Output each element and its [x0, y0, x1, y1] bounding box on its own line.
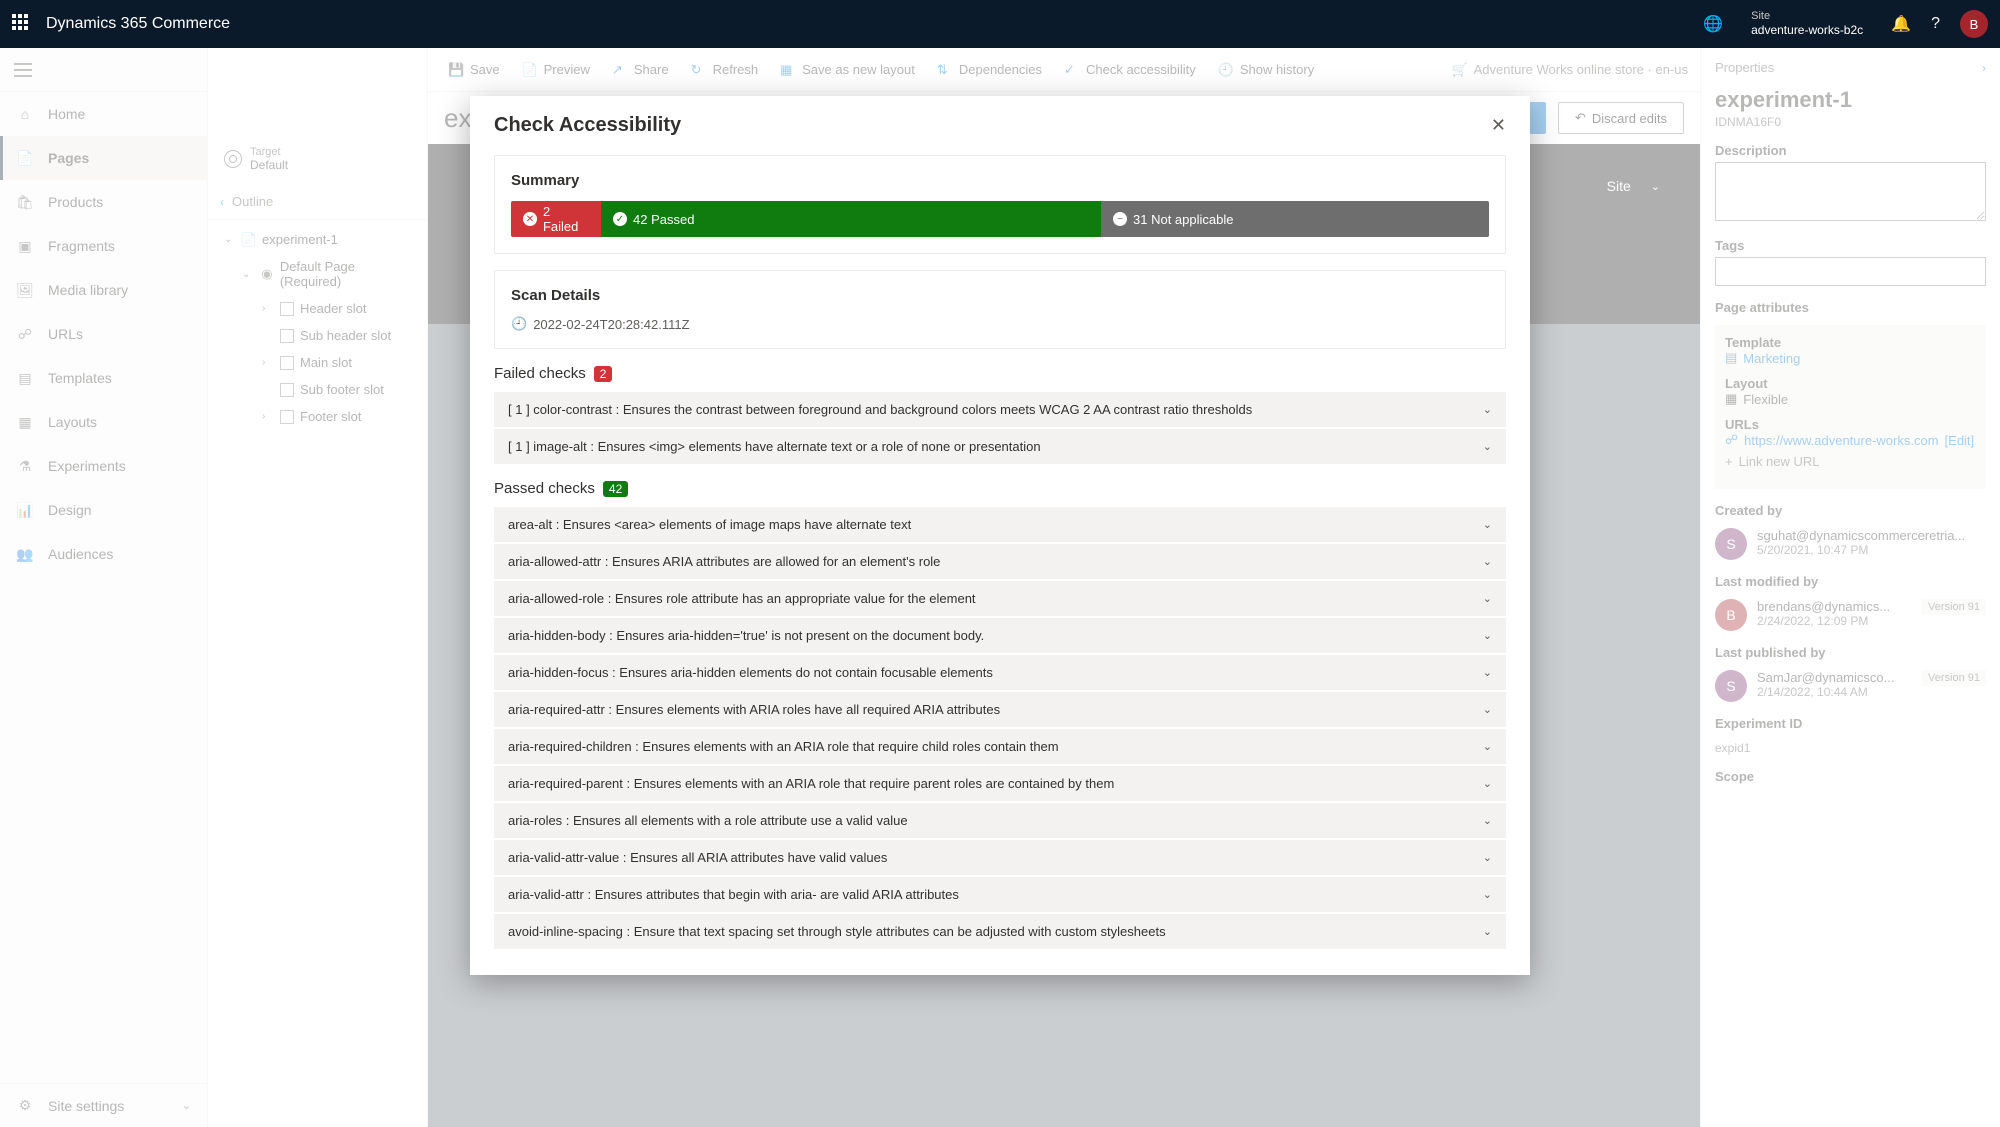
check-text: aria-hidden-body : Ensures aria-hidden='… [508, 628, 984, 643]
passed-checks-header: Passed checks 42 [494, 480, 1506, 497]
check-text: aria-valid-attr : Ensures attributes tha… [508, 887, 959, 902]
chevron-down-icon: ⌄ [1483, 518, 1492, 531]
check-row[interactable]: aria-hidden-focus : Ensures aria-hidden … [494, 655, 1506, 690]
summary-bar: ✕2 Failed ✓42 Passed −31 Not applicable [511, 201, 1489, 237]
check-row[interactable]: aria-allowed-attr : Ensures ARIA attribu… [494, 544, 1506, 579]
check-row[interactable]: aria-valid-attr-value : Ensures all ARIA… [494, 840, 1506, 875]
failed-checks-list: [ 1 ] color-contrast : Ensures the contr… [494, 392, 1506, 464]
scan-details-card: Scan Details 🕘 2022-02-24T20:28:42.111Z [494, 270, 1506, 349]
check-accessibility-modal: Check Accessibility ✕ Summary ✕2 Failed … [470, 96, 1530, 975]
na-icon: − [1113, 212, 1127, 226]
summary-title: Summary [511, 172, 1489, 189]
help-icon[interactable]: ? [1931, 15, 1940, 33]
close-button[interactable]: ✕ [1491, 115, 1506, 136]
check-text: area-alt : Ensures <area> elements of im… [508, 517, 911, 532]
chevron-down-icon: ⌄ [1483, 888, 1492, 901]
chevron-down-icon: ⌄ [1483, 440, 1492, 453]
check-text: [ 1 ] color-contrast : Ensures the contr… [508, 402, 1252, 417]
chevron-down-icon: ⌄ [1483, 777, 1492, 790]
clock-icon: 🕘 [511, 316, 527, 332]
app-title: Dynamics 365 Commerce [46, 15, 230, 33]
passed-count-badge: 42 [603, 481, 628, 497]
check-text: [ 1 ] image-alt : Ensures <img> elements… [508, 439, 1041, 454]
close-icon: ✕ [1491, 115, 1506, 135]
chevron-down-icon: ⌄ [1483, 629, 1492, 642]
summary-card: Summary ✕2 Failed ✓42 Passed −31 Not app… [494, 155, 1506, 254]
chevron-down-icon: ⌄ [1483, 740, 1492, 753]
check-row[interactable]: aria-valid-attr : Ensures attributes tha… [494, 877, 1506, 912]
chevron-down-icon: ⌄ [1483, 925, 1492, 938]
check-row[interactable]: aria-allowed-role : Ensures role attribu… [494, 581, 1506, 616]
modal-title: Check Accessibility [494, 114, 681, 137]
chevron-down-icon: ⌄ [1483, 851, 1492, 864]
app-launcher-icon[interactable] [12, 14, 32, 34]
check-row[interactable]: aria-required-children : Ensures element… [494, 729, 1506, 764]
summary-passed: ✓42 Passed [601, 201, 1101, 237]
check-text: aria-valid-attr-value : Ensures all ARIA… [508, 850, 887, 865]
check-text: aria-required-children : Ensures element… [508, 739, 1059, 754]
check-row[interactable]: aria-hidden-body : Ensures aria-hidden='… [494, 618, 1506, 653]
check-row[interactable]: aria-roles : Ensures all elements with a… [494, 803, 1506, 838]
site-info[interactable]: Site adventure-works-b2c [1751, 10, 1863, 38]
check-row[interactable]: avoid-inline-spacing : Ensure that text … [494, 914, 1506, 949]
check-text: aria-hidden-focus : Ensures aria-hidden … [508, 665, 993, 680]
chevron-down-icon: ⌄ [1483, 814, 1492, 827]
check-row[interactable]: [ 1 ] image-alt : Ensures <img> elements… [494, 429, 1506, 464]
check-text: aria-roles : Ensures all elements with a… [508, 813, 908, 828]
check-text: aria-allowed-role : Ensures role attribu… [508, 591, 976, 606]
notifications-icon[interactable]: 🔔 [1891, 14, 1911, 34]
site-name: adventure-works-b2c [1751, 23, 1863, 37]
check-row[interactable]: aria-required-parent : Ensures elements … [494, 766, 1506, 801]
scan-details-title: Scan Details [511, 287, 1489, 304]
chevron-down-icon: ⌄ [1483, 703, 1492, 716]
chevron-down-icon: ⌄ [1483, 592, 1492, 605]
chevron-down-icon: ⌄ [1483, 555, 1492, 568]
summary-failed: ✕2 Failed [511, 201, 601, 237]
chevron-down-icon: ⌄ [1483, 666, 1492, 679]
chevron-down-icon: ⌄ [1483, 403, 1492, 416]
globe-icon[interactable]: 🌐 [1703, 14, 1723, 34]
passed-checks-list: area-alt : Ensures <area> elements of im… [494, 507, 1506, 949]
check-text: aria-required-parent : Ensures elements … [508, 776, 1114, 791]
scan-timestamp: 2022-02-24T20:28:42.111Z [533, 317, 689, 332]
modal-overlay: Check Accessibility ✕ Summary ✕2 Failed … [0, 48, 2000, 1127]
check-text: aria-required-attr : Ensures elements wi… [508, 702, 1000, 717]
user-avatar[interactable]: B [1960, 10, 1988, 38]
summary-na: −31 Not applicable [1101, 201, 1489, 237]
fail-icon: ✕ [523, 212, 537, 226]
check-row[interactable]: aria-required-attr : Ensures elements wi… [494, 692, 1506, 727]
pass-icon: ✓ [613, 212, 627, 226]
failed-count-badge: 2 [594, 366, 613, 382]
check-text: aria-allowed-attr : Ensures ARIA attribu… [508, 554, 940, 569]
check-text: avoid-inline-spacing : Ensure that text … [508, 924, 1166, 939]
top-bar: Dynamics 365 Commerce 🌐 Site adventure-w… [0, 0, 2000, 48]
failed-checks-header: Failed checks 2 [494, 365, 1506, 382]
check-row[interactable]: area-alt : Ensures <area> elements of im… [494, 507, 1506, 542]
site-label: Site [1751, 10, 1863, 23]
check-row[interactable]: [ 1 ] color-contrast : Ensures the contr… [494, 392, 1506, 427]
